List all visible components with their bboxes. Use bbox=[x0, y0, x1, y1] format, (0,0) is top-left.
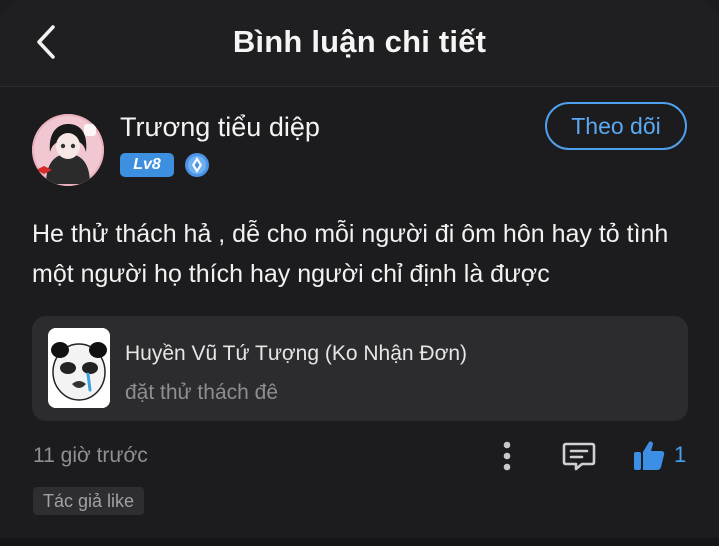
comment-timestamp: 11 giờ trước bbox=[33, 444, 148, 467]
avatar-image bbox=[32, 114, 104, 186]
top-bar: Bình luận chi tiết bbox=[0, 0, 719, 87]
level-badge: Lv8 bbox=[120, 153, 174, 177]
comment-text: He thử thách hả , dễ cho mỗi người đi ôm… bbox=[32, 220, 669, 288]
like-count: 1 bbox=[674, 442, 687, 467]
avatar[interactable] bbox=[32, 114, 104, 186]
follow-button[interactable]: Theo dõi bbox=[545, 102, 687, 150]
author-name[interactable]: Trương tiểu diệp bbox=[120, 112, 320, 143]
like-button[interactable]: 1 bbox=[632, 436, 686, 474]
section-divider bbox=[0, 538, 719, 546]
more-vertical-icon bbox=[503, 441, 511, 471]
quote-author: Huyền Vũ Tứ Tượng (Ko Nhận Đơn) bbox=[125, 342, 468, 365]
quoted-comment-card[interactable]: Huyền Vũ Tứ Tượng (Ko Nhận Đơn) đặt thử … bbox=[32, 316, 688, 421]
comment-detail-screen: Bình luận chi tiết Trương tiểu diệp Lv8 … bbox=[0, 0, 719, 546]
diamond-badge-icon bbox=[184, 152, 210, 178]
author-liked-badge: Tác giả like bbox=[33, 487, 145, 515]
more-options-button[interactable] bbox=[494, 438, 520, 474]
quote-content: đặt thử thách đê bbox=[125, 381, 278, 404]
page-title: Bình luận chi tiết bbox=[232, 24, 487, 59]
quote-thumbnail bbox=[48, 328, 110, 408]
thumbs-up-icon bbox=[634, 441, 665, 470]
comment-icon bbox=[562, 442, 596, 471]
reply-button[interactable] bbox=[561, 438, 597, 474]
